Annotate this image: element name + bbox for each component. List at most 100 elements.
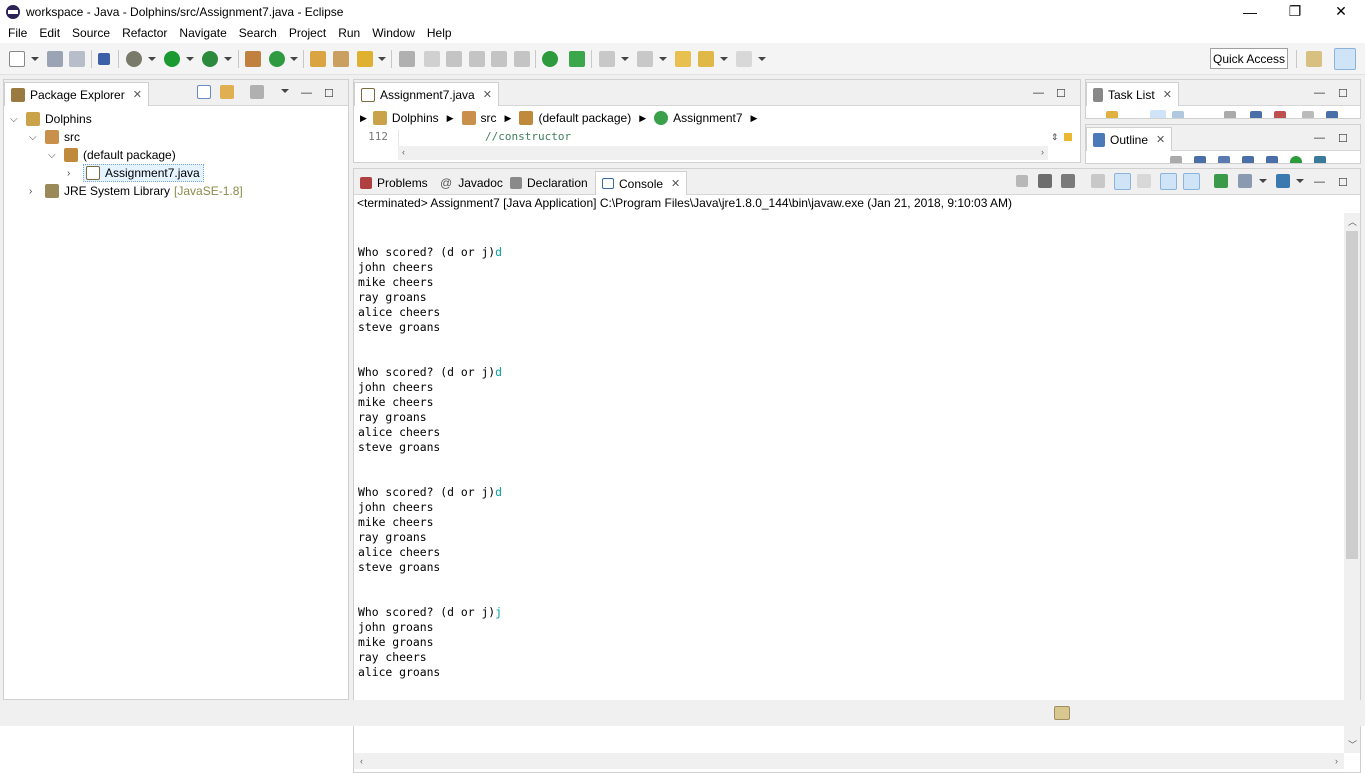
tab-problems[interactable]: Problems — [354, 171, 434, 195]
link-with-editor-icon[interactable] — [220, 85, 234, 99]
last-edit-icon[interactable] — [675, 51, 691, 67]
remove-launch-icon[interactable] — [1038, 174, 1052, 188]
toggle-block-selection-icon[interactable] — [424, 51, 440, 67]
toggle-word-wrap-icon[interactable] — [469, 51, 485, 67]
new-dropdown-icon[interactable] — [31, 57, 39, 61]
back-dropdown-icon[interactable] — [720, 57, 728, 61]
show-paragraph-icon[interactable] — [514, 51, 530, 67]
warning-marker-icon[interactable] — [1064, 133, 1072, 141]
close-tab-icon[interactable]: ✕ — [133, 88, 142, 101]
scroll-updown-icon[interactable]: ⇕ — [1051, 132, 1059, 143]
tab-assignment7-java[interactable]: Assignment7.java ✕ — [354, 82, 499, 106]
expand-icon[interactable]: ⌵ — [48, 150, 58, 161]
repository-icon[interactable] — [1326, 111, 1338, 118]
expand-icon[interactable]: ⌵ — [10, 114, 20, 125]
skip-breakpoints-icon[interactable] — [98, 53, 110, 65]
expand-icon[interactable]: ⌵ — [29, 132, 39, 143]
tree-item-project[interactable]: ⌵ Dolphins — [10, 110, 92, 128]
toggle-mark-occurrences-icon[interactable] — [399, 51, 415, 67]
tab-task-list[interactable]: Task List ✕ — [1086, 82, 1179, 106]
minimize-view-icon[interactable]: — — [1314, 87, 1325, 99]
maximize-view-icon[interactable]: ☐ — [1338, 87, 1348, 100]
background-tasks-icon[interactable] — [1054, 706, 1070, 720]
tab-outline[interactable]: Outline ✕ — [1086, 127, 1173, 151]
console-vscroll-thumb[interactable] — [1346, 231, 1358, 559]
new-class-dropdown-icon[interactable] — [290, 57, 298, 61]
pin-console-icon[interactable] — [1214, 174, 1228, 188]
save-icon[interactable] — [47, 51, 63, 67]
next-annotation-dropdown-icon[interactable] — [621, 57, 629, 61]
restore-button[interactable]: ❐ — [1272, 0, 1318, 23]
coverage-icon[interactable] — [542, 51, 558, 67]
console-hscrollbar[interactable]: ‹ › — [354, 753, 1344, 769]
new-java-class-icon[interactable] — [269, 51, 285, 67]
hide-static-icon[interactable] — [1266, 156, 1278, 163]
filter-icon[interactable] — [1150, 110, 1166, 118]
tree-item-library[interactable]: › JRE System Library [JavaSE-1.8] — [29, 182, 243, 200]
terminate-icon[interactable] — [1016, 175, 1028, 187]
close-tab-icon[interactable]: ✕ — [1163, 88, 1172, 101]
open-console-dropdown-icon[interactable] — [1296, 179, 1304, 183]
new-task-icon[interactable] — [1106, 111, 1118, 118]
run-icon[interactable] — [164, 51, 180, 67]
display-console-icon[interactable] — [1238, 174, 1252, 188]
quick-access-input[interactable]: Quick Access — [1210, 48, 1288, 69]
focus-on-task-icon[interactable] — [250, 85, 264, 99]
console-vscrollbar[interactable]: ︿ ﹀ — [1344, 213, 1360, 753]
collapse-all-icon[interactable] — [1194, 156, 1206, 163]
tab-declaration[interactable]: Declaration — [504, 171, 594, 195]
terminal-icon[interactable] — [569, 51, 585, 67]
hide-fields-icon[interactable] — [1242, 156, 1254, 163]
menu-run[interactable]: Run — [332, 26, 366, 40]
editor-hscrollbar[interactable]: ‹ › — [398, 146, 1048, 160]
close-tab-icon[interactable]: ✕ — [483, 88, 492, 101]
display-console-dropdown-icon[interactable] — [1259, 179, 1267, 183]
minimize-view-icon[interactable]: — — [1314, 176, 1325, 188]
scroll-lock-icon[interactable] — [1114, 173, 1131, 190]
show-stdout-icon[interactable] — [1160, 173, 1177, 190]
view-menu-icon[interactable] — [281, 89, 289, 93]
clear-console-icon[interactable] — [1091, 174, 1105, 188]
focus-icon[interactable] — [1170, 156, 1182, 163]
breadcrumb-src[interactable]: src — [481, 111, 497, 125]
external-tools-dropdown-icon[interactable] — [224, 57, 232, 61]
menu-search[interactable]: Search — [233, 26, 283, 40]
tree-item-file[interactable]: › Assignment7.java — [67, 164, 204, 182]
collapse-icon[interactable]: › — [29, 186, 39, 197]
open-task-icon[interactable] — [333, 51, 349, 67]
minimize-button[interactable]: — — [1227, 0, 1273, 23]
menu-project[interactable]: Project — [283, 26, 332, 40]
open-type-icon[interactable] — [310, 51, 326, 67]
external-tools-icon[interactable] — [202, 51, 218, 67]
sort-icon[interactable] — [1218, 156, 1230, 163]
tree-item-src[interactable]: ⌵ src — [29, 128, 80, 146]
minimize-view-icon[interactable]: — — [1033, 87, 1044, 99]
hide-non-public-icon[interactable] — [1290, 156, 1302, 163]
show-whitespace-icon[interactable] — [446, 51, 462, 67]
collapse-all-icon[interactable] — [1250, 111, 1262, 118]
breadcrumb-class[interactable]: Assignment7 — [673, 111, 742, 125]
forward-dropdown-icon[interactable] — [758, 57, 766, 61]
collapse-icon[interactable]: › — [67, 168, 77, 179]
minimize-view-icon[interactable]: — — [1314, 132, 1325, 144]
menu-help[interactable]: Help — [421, 26, 458, 40]
minimize-view-icon[interactable]: — — [301, 87, 312, 99]
tab-package-explorer[interactable]: Package Explorer ✕ — [4, 82, 149, 106]
run-dropdown-icon[interactable] — [186, 57, 194, 61]
sync-icon[interactable] — [1302, 111, 1314, 118]
open-console-icon[interactable] — [1276, 174, 1290, 188]
maximize-view-icon[interactable]: ☐ — [324, 87, 334, 100]
forward-icon[interactable] — [736, 51, 752, 67]
selected-file[interactable]: Assignment7.java — [83, 164, 204, 182]
toggle-breadcrumb-icon[interactable] — [491, 51, 507, 67]
maximize-view-icon[interactable]: ☐ — [1056, 87, 1066, 100]
next-annotation-icon[interactable] — [599, 51, 615, 67]
word-wrap-icon[interactable] — [1137, 174, 1151, 188]
tree-item-package[interactable]: ⌵ (default package) — [48, 146, 176, 164]
collapse-all-icon[interactable] — [197, 85, 211, 99]
show-stderr-icon[interactable] — [1183, 173, 1200, 190]
menu-edit[interactable]: Edit — [33, 26, 66, 40]
tab-javadoc[interactable]: @ Javadoc — [434, 171, 509, 195]
remove-all-terminated-icon[interactable] — [1061, 174, 1075, 188]
menu-source[interactable]: Source — [66, 26, 116, 40]
